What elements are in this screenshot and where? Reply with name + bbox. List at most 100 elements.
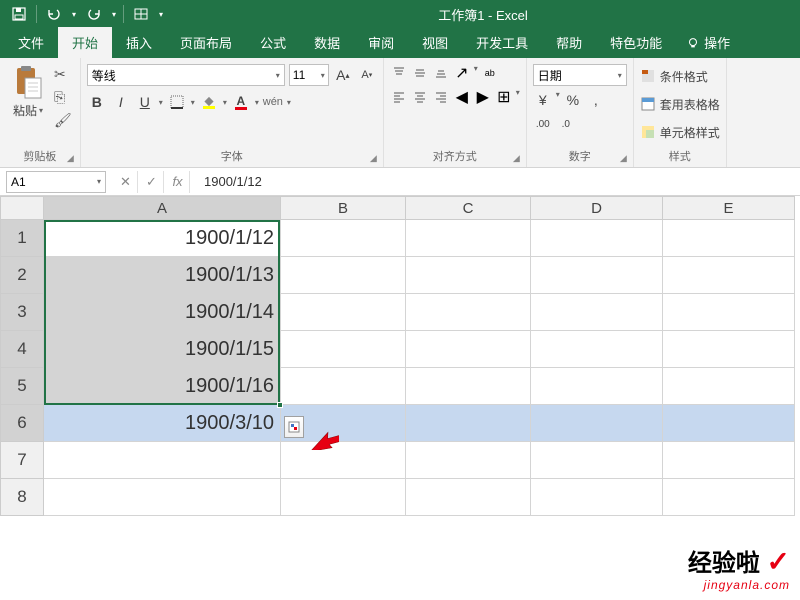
qat-table-button[interactable]: [128, 2, 154, 26]
cell-d2[interactable]: [531, 257, 663, 294]
cell-e1[interactable]: [663, 220, 795, 257]
cell-e3[interactable]: [663, 294, 795, 331]
align-middle-button[interactable]: [411, 64, 429, 82]
align-center-button[interactable]: [411, 88, 429, 106]
col-header-a[interactable]: A: [44, 196, 281, 220]
undo-dropdown[interactable]: ▾: [69, 2, 79, 26]
border-dropdown[interactable]: ▾: [191, 98, 195, 107]
row-header-6[interactable]: 6: [0, 405, 44, 442]
insert-function-button[interactable]: fx: [166, 171, 190, 193]
format-table-button[interactable]: 套用表格格: [640, 92, 720, 116]
cell-c6[interactable]: [406, 405, 531, 442]
col-header-d[interactable]: D: [531, 196, 663, 220]
cell-b4[interactable]: [281, 331, 406, 368]
cell-a7[interactable]: [44, 442, 281, 479]
fill-color-button[interactable]: [199, 92, 219, 112]
increase-indent-button[interactable]: ▶: [474, 88, 492, 106]
col-header-b[interactable]: B: [281, 196, 406, 220]
merge-button[interactable]: ⊞: [495, 88, 513, 106]
tab-file[interactable]: 文件: [4, 27, 58, 58]
increase-decimal-button[interactable]: .00: [533, 114, 553, 134]
cell-a8[interactable]: [44, 479, 281, 516]
tab-formulas[interactable]: 公式: [246, 27, 300, 58]
cell-e7[interactable]: [663, 442, 795, 479]
autofill-options-button[interactable]: [284, 416, 304, 438]
cell-c5[interactable]: [406, 368, 531, 405]
row-header-1[interactable]: 1: [0, 220, 44, 257]
col-header-c[interactable]: C: [406, 196, 531, 220]
cell-a5[interactable]: 1900/1/16: [44, 368, 281, 405]
cell-a2[interactable]: 1900/1/13: [44, 257, 281, 294]
conditional-format-button[interactable]: 条件格式: [640, 64, 720, 88]
underline-dropdown[interactable]: ▾: [159, 98, 163, 107]
cell-d5[interactable]: [531, 368, 663, 405]
tab-special[interactable]: 特色功能: [596, 27, 676, 58]
align-top-button[interactable]: [390, 64, 408, 82]
tab-insert[interactable]: 插入: [112, 27, 166, 58]
formula-input[interactable]: 1900/1/12: [198, 174, 800, 189]
cell-e2[interactable]: [663, 257, 795, 294]
italic-button[interactable]: I: [111, 92, 131, 112]
decrease-font-button[interactable]: A▾: [357, 65, 377, 85]
formula-cancel-button[interactable]: ✕: [114, 171, 138, 193]
cell-c7[interactable]: [406, 442, 531, 479]
comma-button[interactable]: ,: [586, 90, 606, 110]
decrease-decimal-button[interactable]: .0: [556, 114, 576, 134]
phonetic-dropdown[interactable]: ▾: [287, 98, 291, 107]
cell-b2[interactable]: [281, 257, 406, 294]
cell-d6[interactable]: [531, 405, 663, 442]
cell-b5[interactable]: [281, 368, 406, 405]
font-dialog-launcher[interactable]: ◢: [370, 153, 377, 164]
row-header-2[interactable]: 2: [0, 257, 44, 294]
cell-e8[interactable]: [663, 479, 795, 516]
underline-button[interactable]: U: [135, 92, 155, 112]
select-all-corner[interactable]: [0, 196, 44, 220]
tab-data[interactable]: 数据: [300, 27, 354, 58]
font-name-combo[interactable]: 等线▾: [87, 64, 285, 86]
cell-d8[interactable]: [531, 479, 663, 516]
redo-button[interactable]: [81, 2, 107, 26]
tab-developer[interactable]: 开发工具: [462, 27, 542, 58]
bold-button[interactable]: B: [87, 92, 107, 112]
cell-e5[interactable]: [663, 368, 795, 405]
row-header-4[interactable]: 4: [0, 331, 44, 368]
formula-enter-button[interactable]: ✓: [140, 171, 164, 193]
cell-d3[interactable]: [531, 294, 663, 331]
tab-help[interactable]: 帮助: [542, 27, 596, 58]
row-header-5[interactable]: 5: [0, 368, 44, 405]
border-button[interactable]: [167, 92, 187, 112]
wrap-text-button[interactable]: ab: [481, 64, 499, 82]
cell-c2[interactable]: [406, 257, 531, 294]
tab-page-layout[interactable]: 页面布局: [166, 27, 246, 58]
copy-button[interactable]: ⎘: [54, 89, 72, 106]
row-header-7[interactable]: 7: [0, 442, 44, 479]
row-header-3[interactable]: 3: [0, 294, 44, 331]
qat-customize-dropdown[interactable]: ▾: [156, 2, 166, 26]
cell-a3[interactable]: 1900/1/14: [44, 294, 281, 331]
align-right-button[interactable]: [432, 88, 450, 106]
align-bottom-button[interactable]: [432, 64, 450, 82]
cell-d7[interactable]: [531, 442, 663, 479]
cell-d1[interactable]: [531, 220, 663, 257]
paste-button[interactable]: 粘贴 ▾: [6, 62, 50, 146]
fill-color-dropdown[interactable]: ▾: [223, 98, 227, 107]
cell-d4[interactable]: [531, 331, 663, 368]
font-size-combo[interactable]: 11▾: [289, 64, 329, 86]
fill-handle[interactable]: [277, 402, 283, 408]
cell-c1[interactable]: [406, 220, 531, 257]
font-color-button[interactable]: A: [231, 92, 251, 112]
cell-b3[interactable]: [281, 294, 406, 331]
cell-e6[interactable]: [663, 405, 795, 442]
row-header-8[interactable]: 8: [0, 479, 44, 516]
format-painter-button[interactable]: 🖌: [54, 112, 72, 129]
number-format-combo[interactable]: 日期▾: [533, 64, 627, 86]
percent-button[interactable]: %: [563, 90, 583, 110]
align-left-button[interactable]: [390, 88, 408, 106]
save-button[interactable]: [6, 2, 32, 26]
cut-button[interactable]: ✂: [54, 66, 72, 83]
font-color-dropdown[interactable]: ▾: [255, 98, 259, 107]
phonetic-button[interactable]: wén: [263, 92, 283, 112]
cell-c4[interactable]: [406, 331, 531, 368]
orientation-button[interactable]: ↗: [453, 64, 471, 82]
cell-e4[interactable]: [663, 331, 795, 368]
